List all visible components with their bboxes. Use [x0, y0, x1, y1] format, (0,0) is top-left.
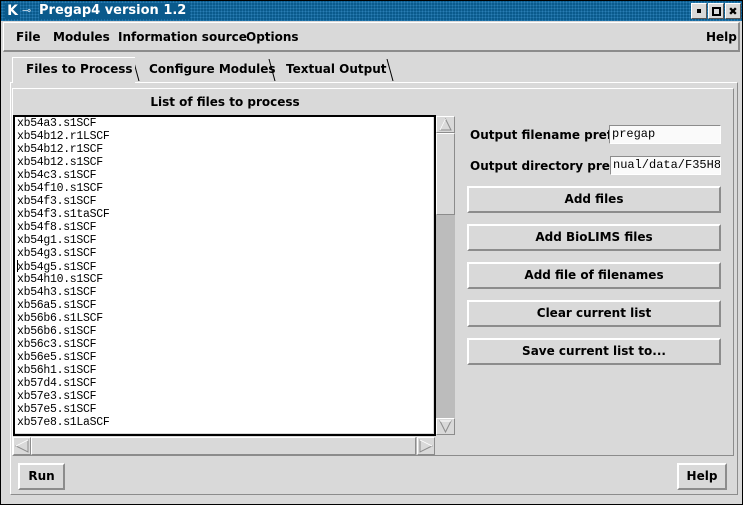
- scroll-right-button[interactable]: [417, 437, 435, 455]
- add-files-button[interactable]: Add files: [467, 186, 721, 213]
- list-item-label: xb54c3.s1SCF: [17, 169, 97, 182]
- list-item-label: xb54f8.s1SCF: [17, 221, 97, 234]
- scroll-left-button[interactable]: [13, 437, 31, 455]
- list-item-label: xb54h10.s1SCF: [17, 273, 103, 286]
- help-button[interactable]: Help: [677, 463, 727, 490]
- list-item[interactable]: xb56h1.s1SCF: [15, 364, 434, 377]
- pin-icon[interactable]: ⊸: [22, 4, 31, 18]
- tab-files-to-process[interactable]: Files to Process: [12, 57, 135, 83]
- list-item[interactable]: xb54c3.s1SCF: [15, 169, 434, 182]
- list-item[interactable]: xb56a5.s1SCF: [15, 299, 434, 312]
- file-list-heading: List of files to process: [150, 95, 300, 109]
- menu-help[interactable]: Help: [706, 29, 737, 45]
- clear-current-list-button[interactable]: Clear current list: [467, 300, 721, 327]
- list-item[interactable]: xb54h3.s1SCF: [15, 286, 434, 299]
- list-item[interactable]: xb54f8.s1SCF: [15, 221, 434, 234]
- list-item-label: xb57e5.s1SCF: [17, 403, 97, 416]
- close-button[interactable]: ✖: [725, 3, 741, 19]
- menu-information-source[interactable]: Information source: [118, 29, 247, 45]
- list-item-label: xb54g1.s1SCF: [17, 234, 97, 247]
- list-item-label: xb56h1.s1SCF: [17, 364, 97, 377]
- list-item-label: xb54h3.s1SCF: [17, 286, 97, 299]
- menu-modules[interactable]: Modules: [53, 29, 110, 45]
- minimize-button[interactable]: [691, 3, 707, 19]
- list-item-label: xb54b12.r1SCF: [17, 143, 103, 156]
- tab-configure-modules[interactable]: Configure Modules: [149, 59, 276, 81]
- list-item[interactable]: xb54g1.s1SCF: [15, 234, 434, 247]
- list-item[interactable]: xb57d4.s1SCF: [15, 377, 434, 390]
- list-item[interactable]: xb54g3.s1SCF: [15, 247, 434, 260]
- arrow-up-icon: [439, 117, 452, 131]
- list-item-label: xb54a3.s1SCF: [17, 117, 97, 130]
- list-item[interactable]: xb56e5.s1SCF: [15, 351, 434, 364]
- run-button[interactable]: Run: [18, 463, 65, 490]
- add-biolims-files-button[interactable]: Add BioLIMS files: [467, 224, 721, 251]
- list-item[interactable]: xb54a3.s1SCF: [15, 117, 434, 130]
- scroll-thumb-horizontal[interactable]: [31, 437, 416, 455]
- title-bar[interactable]: K ⊸ Pregap4 version 1.2 ✖: [1, 1, 742, 21]
- list-item-label: xb54b12.s1SCF: [17, 156, 103, 169]
- list-item[interactable]: xb56b6.s1LSCF: [15, 312, 434, 325]
- window-title: Pregap4 version 1.2: [39, 3, 191, 19]
- list-item-label: xb56e5.s1SCF: [17, 351, 97, 364]
- list-item[interactable]: xb54f3.s1SCF: [15, 195, 434, 208]
- list-item[interactable]: xb54f10.s1SCF: [15, 182, 434, 195]
- output-directory-prefix-label: Output directory prefix: [470, 159, 627, 173]
- arrow-down-icon: [439, 420, 452, 434]
- app-window: K ⊸ Pregap4 version 1.2 ✖ File Modules I…: [0, 0, 743, 505]
- file-listbox[interactable]: xb54a3.s1SCF xb54b12.r1LSCF xb54b12.r1SCF x…: [13, 115, 436, 436]
- horizontal-scrollbar[interactable]: [13, 437, 435, 455]
- list-item[interactable]: xb57e5.s1SCF: [15, 403, 434, 416]
- kde-k-icon[interactable]: K: [5, 3, 20, 19]
- menu-file[interactable]: File: [16, 29, 41, 45]
- list-item-label: xb54b12.r1LSCF: [17, 130, 110, 143]
- vertical-scrollbar[interactable]: [436, 116, 455, 435]
- arrow-left-icon: [14, 439, 29, 453]
- list-item[interactable]: xb57e3.s1SCF: [15, 390, 434, 403]
- output-directory-prefix-input[interactable]: nual/data/F35H8: [610, 156, 721, 175]
- list-item-label: xb54f3.s1SCF: [17, 195, 97, 208]
- list-item[interactable]: xb56c3.s1SCF: [15, 338, 434, 351]
- scroll-up-button[interactable]: [436, 116, 455, 133]
- list-item[interactable]: xb56b6.s1SCF: [15, 325, 434, 338]
- list-item-label: xb54f3.s1taSCF: [17, 208, 110, 221]
- list-item-label: xb54g3.s1SCF: [17, 247, 97, 260]
- list-item[interactable]: xb54h10.s1SCF: [15, 273, 434, 286]
- menu-bar: File Modules Information source Options …: [3, 22, 740, 52]
- scroll-down-button[interactable]: [436, 418, 455, 435]
- list-item[interactable]: xb54g5.s1SCF: [15, 260, 434, 274]
- output-filename-prefix-input[interactable]: pregap: [609, 125, 721, 144]
- list-item-label: xb57d4.s1SCF: [17, 377, 97, 390]
- scroll-thumb[interactable]: [436, 133, 455, 215]
- tab-separator: [386, 59, 394, 81]
- list-item[interactable]: xb54b12.r1SCF: [15, 143, 434, 156]
- maximize-button[interactable]: [708, 3, 724, 19]
- arrow-right-icon: [419, 439, 434, 453]
- list-item-label: xb57e3.s1SCF: [17, 390, 97, 403]
- list-item-label: xb57e8.s1LaSCF: [17, 416, 110, 429]
- maximize-icon: [711, 6, 721, 16]
- list-item[interactable]: xb54f3.s1taSCF: [15, 208, 434, 221]
- save-current-list-button[interactable]: Save current list to...: [467, 338, 721, 365]
- list-item-label: xb56b6.s1SCF: [17, 325, 97, 338]
- close-icon: ✖: [728, 4, 738, 18]
- menu-options[interactable]: Options: [246, 29, 299, 45]
- minimize-icon: [697, 9, 701, 13]
- list-item-label: xb56b6.s1LSCF: [17, 312, 103, 325]
- add-file-of-filenames-button[interactable]: Add file of filenames: [467, 262, 721, 289]
- list-item-label: xb56a5.s1SCF: [17, 299, 97, 312]
- list-item[interactable]: xb54b12.s1SCF: [15, 156, 434, 169]
- tab-textual-output[interactable]: Textual Output: [286, 59, 387, 81]
- tab-separator: [268, 59, 276, 81]
- list-item-label: xb56c3.s1SCF: [17, 338, 97, 351]
- list-item-label: xb54f10.s1SCF: [17, 182, 103, 195]
- list-item[interactable]: xb57e8.s1LaSCF: [15, 416, 434, 429]
- list-item[interactable]: xb54b12.r1LSCF: [15, 130, 434, 143]
- output-filename-prefix-label: Output filename prefix: [470, 128, 624, 142]
